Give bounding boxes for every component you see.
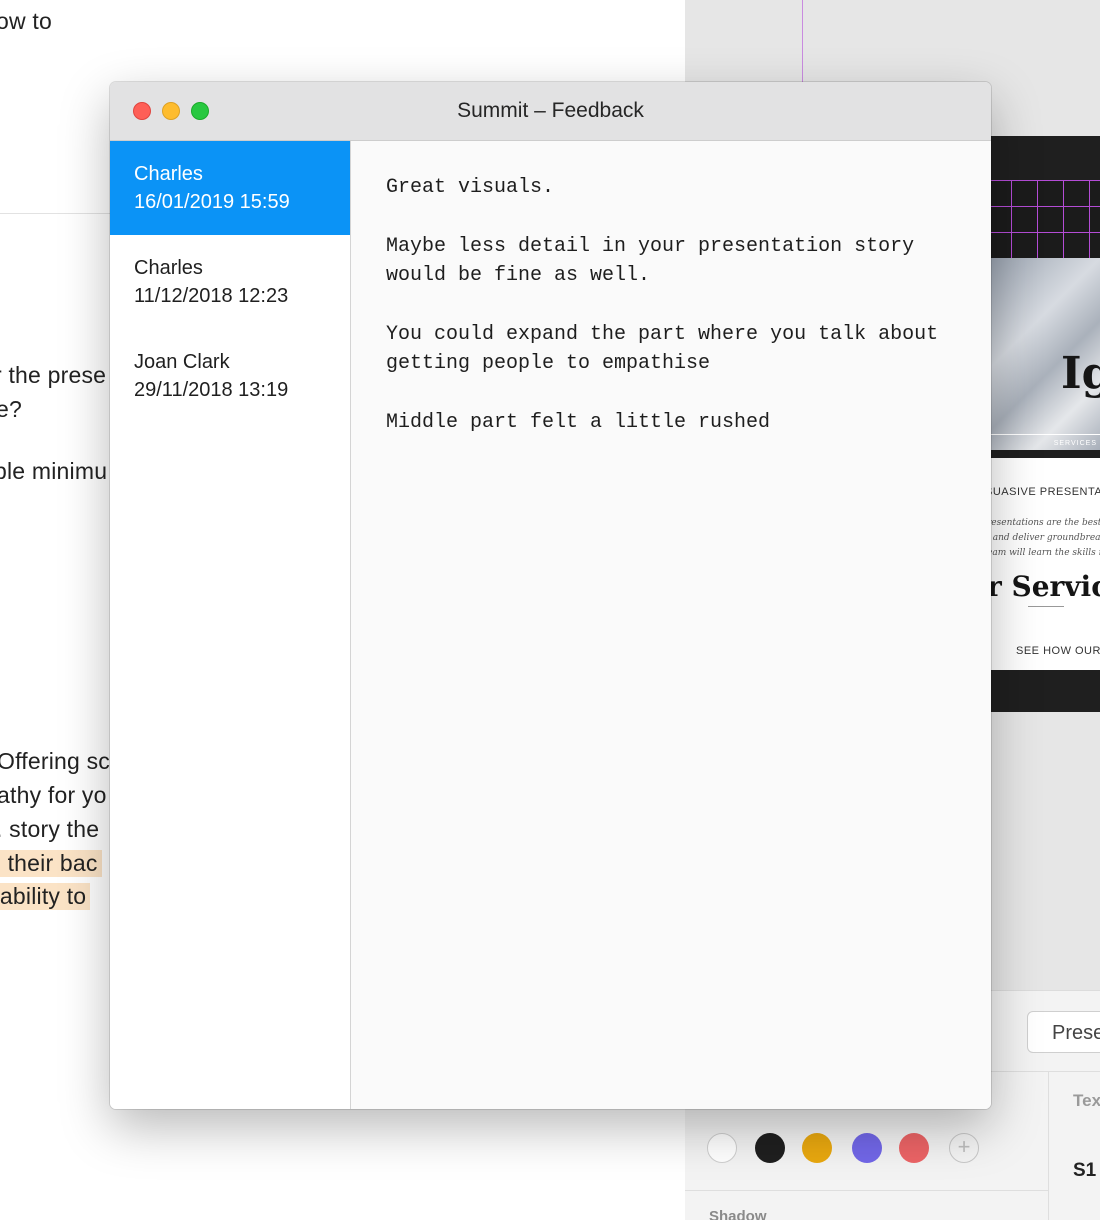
feedback-list: Charles 16/01/2019 15:59 Charles 11/12/2… [110,141,351,1109]
text-style-label: S1 [1073,1160,1097,1181]
color-swatch-purple[interactable] [852,1133,882,1163]
slide-grid-graphic [991,180,1100,258]
feedback-list-item[interactable]: Joan Clark 29/11/2018 13:19 [110,329,350,423]
doc-text-line: athy for yo [0,782,107,808]
doc-text-line: ow to [0,8,52,34]
window-titlebar[interactable]: Summit – Feedback [110,82,991,141]
feedback-author: Joan Clark [134,351,230,373]
color-swatch-red[interactable] [899,1133,929,1163]
inspector-divider [685,1190,1048,1191]
slide-underline [1028,606,1064,607]
feedback-paragraph: Middle part felt a little rushed [386,411,771,434]
doc-text-line: Offering sc [0,748,110,774]
shadow-section-label: Shadow [709,1208,767,1220]
doc-highlighted-line: n their bac [0,850,102,877]
alignment-guide [802,0,803,82]
text-section-label: Tex [1073,1091,1100,1110]
slide-italic-line: resentations are the best [991,518,1100,528]
feedback-date: 16/01/2019 15:59 [134,191,290,213]
add-color-icon[interactable]: + [949,1133,979,1163]
feedback-date: 11/12/2018 12:23 [134,285,289,307]
doc-highlighted-line: l ability to [0,883,91,910]
feedback-window: Summit – Feedback Charles 16/01/2019 15:… [110,82,991,1109]
feedback-date: 29/11/2018 13:19 [134,379,289,401]
color-swatch-black[interactable] [755,1133,785,1163]
doc-text-line: ble minimu [0,458,108,484]
slide-photo: Ig SERVICES [991,258,1100,450]
slide-see-how-link: SEE HOW OUR [1016,645,1100,657]
feedback-paragraph: You could expand the part where you talk… [386,323,939,375]
inspector-divider [1048,1071,1049,1220]
presets-button[interactable]: Prese [1027,1011,1100,1053]
slide-big-text: Ig [1061,348,1100,399]
slide-preview[interactable]: Ig SERVICES SUASIVE PRESENTA resentation… [991,136,1100,712]
feedback-author: Charles [134,163,203,185]
slide-services-heading: r Servic [991,570,1100,603]
feedback-list-item[interactable]: Charles 16/01/2019 15:59 [110,141,350,235]
feedback-detail[interactable]: Great visuals. Maybe less detail in your… [352,141,991,1109]
slide-subheading: SUASIVE PRESENTA [991,486,1100,498]
feedback-paragraph: Maybe less detail in your presentation s… [386,235,915,287]
feedback-author: Charles [134,257,203,279]
slide-italic-line: eam will learn the skills n [991,548,1100,558]
doc-text-line: e? [0,396,22,422]
slide-italic-line: , and deliver groundbrea [991,533,1100,543]
doc-text-line: r the prese [0,362,107,388]
feedback-paragraph: Great visuals. [386,176,555,199]
slide-services-label: SERVICES [991,434,1100,450]
color-swatch-white[interactable] [707,1133,737,1163]
color-swatch-yellow[interactable] [802,1133,832,1163]
slide-body: SUASIVE PRESENTA resentations are the be… [991,458,1100,670]
window-title: Summit – Feedback [457,99,644,122]
doc-text-line: . story the [0,816,100,842]
feedback-list-item[interactable]: Charles 11/12/2018 12:23 [110,235,350,329]
